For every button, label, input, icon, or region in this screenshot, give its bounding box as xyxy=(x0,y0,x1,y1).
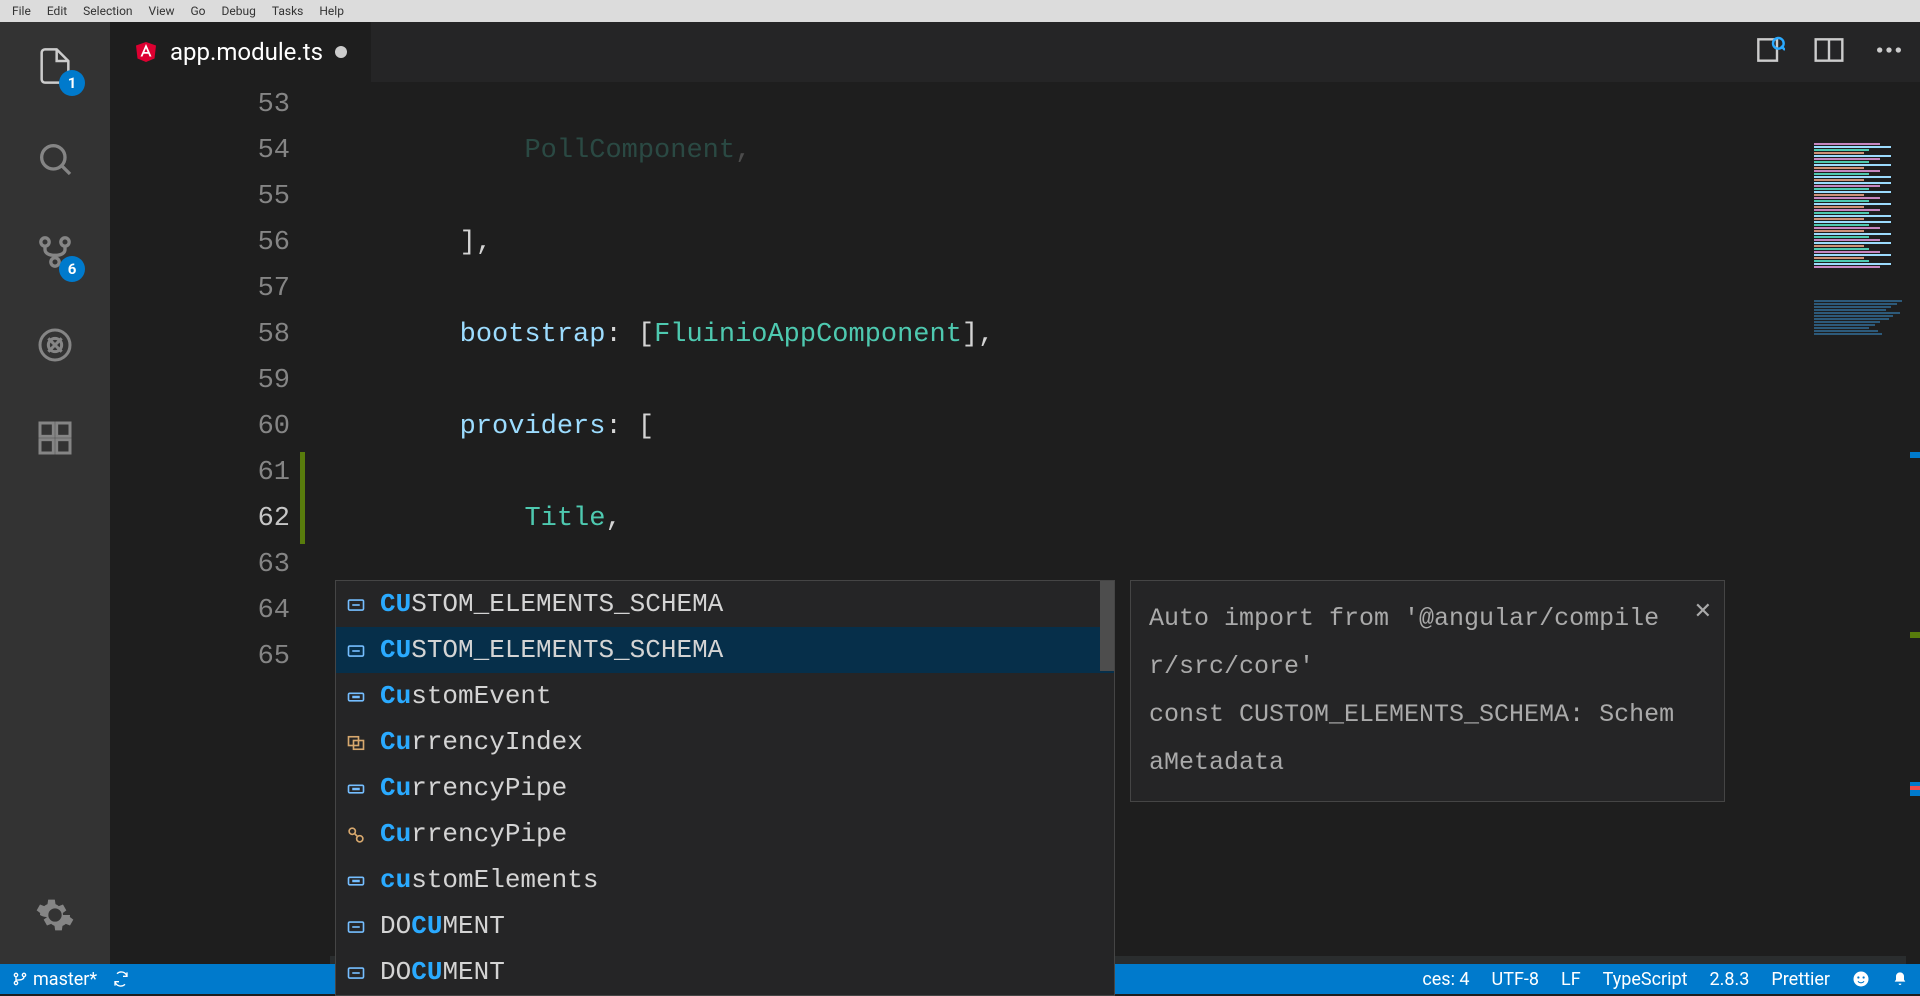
status-prettier[interactable]: Prettier xyxy=(1771,969,1830,990)
scm-badge: 6 xyxy=(59,256,85,282)
more-actions-icon[interactable] xyxy=(1873,34,1905,66)
enum-icon xyxy=(346,731,368,753)
menu-selection[interactable]: Selection xyxy=(75,2,140,20)
const-icon xyxy=(346,915,368,937)
editor-area: app.module.ts 53 54 55 56 57 58 59 60 61… xyxy=(110,22,1920,964)
status-bell-icon[interactable] xyxy=(1892,971,1908,987)
docs-close-icon[interactable]: ✕ xyxy=(1694,589,1712,637)
class-icon xyxy=(346,823,368,845)
menubar: File Edit Selection View Go Debug Tasks … xyxy=(0,0,1920,22)
explorer-icon[interactable]: 1 xyxy=(31,42,79,90)
split-editor-icon[interactable] xyxy=(1813,34,1845,66)
var-icon xyxy=(346,869,368,891)
extensions-icon[interactable] xyxy=(31,414,79,462)
search-icon[interactable] xyxy=(31,135,79,183)
status-feedback-icon[interactable] xyxy=(1852,970,1870,988)
status-spaces[interactable]: ces: 4 xyxy=(1422,969,1469,990)
status-git-branch[interactable]: master* xyxy=(12,969,97,990)
menu-help[interactable]: Help xyxy=(311,2,352,20)
suggestion-item[interactable]: CurrencyPipe xyxy=(336,811,1114,857)
angular-icon xyxy=(134,40,158,64)
settings-gear-icon[interactable] xyxy=(31,891,79,939)
menu-file[interactable]: File xyxy=(4,2,39,20)
status-eol[interactable]: LF xyxy=(1561,969,1581,990)
menu-edit[interactable]: Edit xyxy=(39,2,75,20)
docs-line: r/src/core' xyxy=(1149,643,1706,691)
tab-bar: app.module.ts xyxy=(110,22,1920,82)
overview-ruler[interactable] xyxy=(1906,142,1920,964)
const-icon xyxy=(346,593,368,615)
var-icon xyxy=(346,777,368,799)
status-encoding[interactable]: UTF-8 xyxy=(1492,969,1539,990)
status-ts-version[interactable]: 2.8.3 xyxy=(1710,969,1750,990)
docs-line: Auto import from '@angular/compile xyxy=(1149,595,1706,643)
menu-go[interactable]: Go xyxy=(183,2,214,20)
status-sync-icon[interactable] xyxy=(113,971,129,987)
suggestion-item[interactable]: CurrencyPipe xyxy=(336,765,1114,811)
menu-debug[interactable]: Debug xyxy=(214,2,264,20)
suggestion-item[interactable]: DOCUMENT xyxy=(336,949,1114,995)
explorer-badge: 1 xyxy=(59,70,85,96)
tab-app-module[interactable]: app.module.ts xyxy=(110,22,371,82)
documentation-popup: ✕ Auto import from '@angular/compile r/s… xyxy=(1130,580,1725,802)
activity-bar: 1 6 xyxy=(0,22,110,964)
suggestion-item[interactable]: CUSTOM_ELEMENTS_SCHEMA xyxy=(336,627,1114,673)
suggestion-item[interactable]: CurrencyIndex xyxy=(336,719,1114,765)
tab-dirty-indicator xyxy=(335,46,347,58)
docs-line: aMetadata xyxy=(1149,739,1706,787)
suggestion-item[interactable]: CUSTOM_ELEMENTS_SCHEMA xyxy=(336,581,1114,627)
line-gutter: 53 54 55 56 57 58 59 60 61 62 63 64 65 xyxy=(110,82,330,964)
const-icon xyxy=(346,639,368,661)
docs-line: const CUSTOM_ELEMENTS_SCHEMA: Schem xyxy=(1149,691,1706,739)
status-language[interactable]: TypeScript xyxy=(1603,969,1688,990)
minimap[interactable] xyxy=(1810,142,1920,542)
var-icon xyxy=(346,685,368,707)
suggestion-item[interactable]: customElements xyxy=(336,857,1114,903)
debug-icon[interactable] xyxy=(31,321,79,369)
compare-changes-icon[interactable] xyxy=(1753,34,1785,66)
source-control-icon[interactable]: 6 xyxy=(31,228,79,276)
menu-view[interactable]: View xyxy=(141,2,183,20)
const-icon xyxy=(346,961,368,983)
suggestion-item[interactable]: DOCUMENT xyxy=(336,903,1114,949)
menu-tasks[interactable]: Tasks xyxy=(264,2,312,20)
suggestion-item[interactable]: CustomEvent xyxy=(336,673,1114,719)
tab-filename: app.module.ts xyxy=(170,38,323,66)
suggestion-scrollbar[interactable] xyxy=(1100,581,1114,671)
suggestion-widget: CUSTOM_ELEMENTS_SCHEMACUSTOM_ELEMENTS_SC… xyxy=(335,580,1115,996)
